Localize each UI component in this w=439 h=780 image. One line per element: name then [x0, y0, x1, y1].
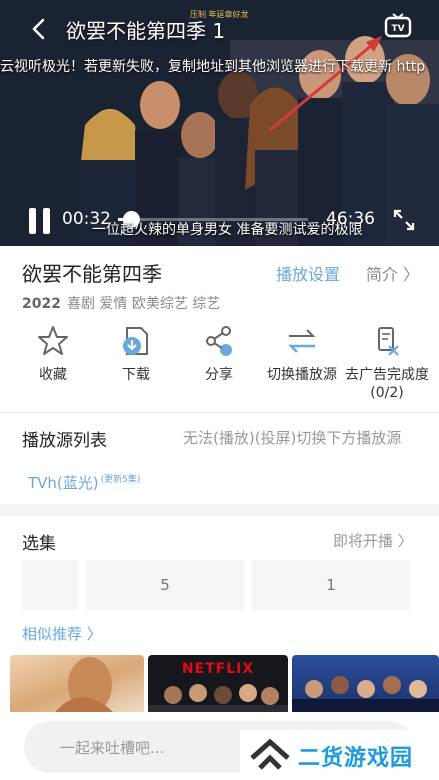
action-label-sub: (0/2)	[370, 385, 404, 401]
episodes-title: 选集	[22, 534, 56, 554]
recommend-thumb[interactable]: NETFLIX	[148, 655, 288, 719]
player-controls: 00:32 一位超火辣的单身男女 准备要测试爱的极限 46:36	[0, 200, 439, 240]
recommend-list: NETFLIX	[0, 655, 439, 719]
bottom-bar: 一起来吐槽吧... 二货游戏园	[0, 712, 439, 780]
download-icon	[123, 327, 148, 355]
video-player[interactable]: 欲罢不能第四季 1 压制 年延章好龙 TV 云视听极光！若更新失败，复制地址到其…	[0, 0, 439, 246]
watermark-text: 压制 年延章好龙	[190, 10, 249, 19]
coming-soon-link[interactable]: 即将开播 〉	[333, 530, 413, 551]
action-row: 收藏 下载 分享 切换播放源 去广告完成度 (0/2)	[0, 324, 439, 412]
ad-remove-icon	[378, 327, 399, 356]
thumb-image	[148, 684, 288, 719]
recommend-title[interactable]: 相似推荐 〉	[22, 623, 102, 644]
thumb-image	[50, 657, 120, 719]
share-button[interactable]: 分享	[174, 324, 264, 384]
action-label: 下载	[122, 367, 150, 383]
episode-list: 5 1	[22, 560, 417, 610]
source-list-hint: 无法(播放)(投屏)切换下方播放源	[183, 429, 402, 447]
show-genres: 喜剧 爱情 欧美综艺 综艺	[66, 296, 221, 312]
recommend-thumb[interactable]	[292, 655, 439, 719]
cast-tv-icon[interactable]: TV	[383, 12, 413, 42]
source-list-title: 播放源列表	[22, 431, 107, 451]
star-icon	[38, 326, 68, 355]
download-button[interactable]: 下载	[91, 324, 181, 384]
source-item-badge: (更新5集)	[100, 475, 141, 485]
show-meta: 2022 喜剧 爱情 欧美综艺 综艺	[22, 293, 220, 313]
show-title: 欲罢不能第四季	[22, 262, 162, 286]
source-item[interactable]: TVh(蓝光) (更新5集)	[28, 472, 140, 493]
episode-item[interactable]: 5	[86, 560, 244, 610]
favorite-button[interactable]: 收藏	[8, 324, 98, 384]
action-label: 分享	[205, 367, 233, 383]
action-label-main: 去广告完成度	[345, 367, 429, 383]
comment-placeholder: 一起来吐槽吧...	[60, 739, 165, 757]
back-arrow-icon[interactable]	[24, 14, 54, 44]
brand-name: 二货游戏园	[298, 746, 414, 771]
svg-text:TV: TV	[391, 24, 404, 34]
episode-item[interactable]	[22, 560, 78, 610]
brand-watermark: 二货游戏园	[240, 730, 439, 780]
remove-ads-button[interactable]: 去广告完成度 (0/2)	[339, 324, 435, 402]
thumb-image	[292, 676, 439, 719]
brand-logo-icon	[250, 738, 290, 770]
total-time: 46:36	[326, 209, 375, 229]
section-gap	[0, 504, 439, 516]
share-icon	[206, 326, 232, 356]
action-label: 去广告完成度 (0/2)	[339, 366, 435, 402]
show-year: 2022	[22, 296, 61, 312]
player-top-bar: 欲罢不能第四季 1 压制 年延章好龙 TV	[0, 0, 439, 56]
pause-icon[interactable]	[27, 208, 53, 234]
switch-source-button[interactable]: 切换播放源	[257, 324, 347, 384]
divider	[0, 412, 439, 413]
subtitle-text: 一位超火辣的单身男女 准备要测试爱的极限	[92, 222, 363, 238]
action-label: 收藏	[39, 367, 67, 383]
scrolling-notice: 云视听极光！若更新失败，复制地址到其他浏览器进行下载更新 http	[0, 59, 426, 75]
intro-link[interactable]: 简介 〉	[366, 261, 419, 285]
recommend-thumb[interactable]	[10, 655, 144, 719]
episode-item[interactable]: 1	[252, 560, 410, 610]
fullscreen-icon[interactable]	[392, 208, 416, 232]
switch-icon	[287, 329, 316, 353]
play-settings-link[interactable]: 播放设置	[276, 261, 340, 285]
action-label: 切换播放源	[267, 367, 337, 383]
source-item-label: TVh(蓝光)	[28, 474, 99, 492]
